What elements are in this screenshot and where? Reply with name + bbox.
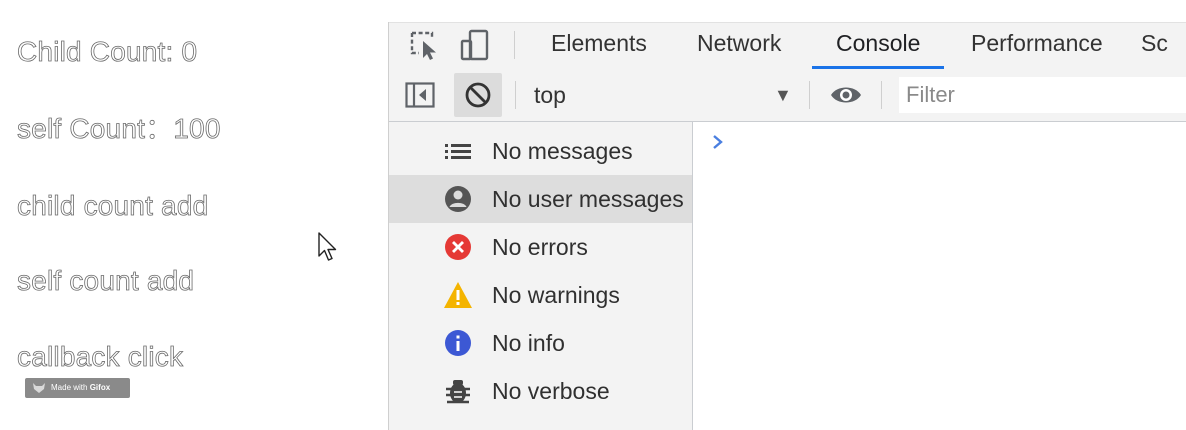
toolbar-divider bbox=[881, 81, 882, 109]
filter-input[interactable] bbox=[899, 77, 1186, 113]
mouse-cursor-icon bbox=[318, 232, 337, 261]
tab-elements[interactable]: Elements bbox=[551, 23, 647, 68]
device-toolbar-icon[interactable] bbox=[457, 27, 493, 63]
tab-performance[interactable]: Performance bbox=[971, 23, 1103, 68]
devtools-tabbar: Elements Network Console Performance Sc bbox=[389, 22, 1186, 70]
self-count-text: self Count：100 bbox=[17, 113, 221, 145]
info-icon bbox=[445, 330, 471, 356]
console-sidebar: No messages No user messages No errors N… bbox=[389, 122, 693, 430]
tab-console[interactable]: Console bbox=[812, 23, 945, 69]
block-icon bbox=[465, 82, 491, 108]
watermark-brand: Gifox bbox=[89, 383, 111, 392]
sidebar-toggle-icon[interactable] bbox=[405, 82, 435, 108]
user-icon bbox=[445, 186, 471, 212]
sidebar-item-label: No verbose bbox=[492, 378, 610, 404]
callback-click-button[interactable]: callback click bbox=[17, 341, 184, 373]
warning-icon bbox=[444, 282, 472, 308]
eye-icon[interactable] bbox=[829, 82, 863, 108]
watermark-prefix: Made with bbox=[51, 383, 88, 392]
sidebar-item-label: No messages bbox=[492, 138, 633, 164]
sidebar-item-user-messages[interactable]: No user messages bbox=[389, 175, 692, 223]
sidebar-item-label: No errors bbox=[492, 234, 588, 260]
sidebar-item-label: No user messages bbox=[492, 186, 684, 212]
sidebar-item-info[interactable]: No info bbox=[389, 319, 692, 367]
tab-sources[interactable]: Sc bbox=[1141, 23, 1168, 68]
demo-page: Child Count: 0 self Count：100 child coun… bbox=[0, 0, 388, 430]
sidebar-item-label: No info bbox=[492, 330, 565, 356]
dropdown-arrow-icon: ▼ bbox=[774, 85, 792, 105]
context-value: top bbox=[534, 82, 566, 108]
sidebar-item-label: No warnings bbox=[492, 282, 620, 308]
clear-console-button[interactable] bbox=[454, 73, 502, 117]
tabbar-divider bbox=[514, 31, 515, 59]
sidebar-item-errors[interactable]: No errors bbox=[389, 223, 692, 271]
sidebar-item-warnings[interactable]: No warnings bbox=[389, 271, 692, 319]
console-toolbar: top ▼ bbox=[389, 69, 1186, 122]
fox-logo-icon bbox=[33, 383, 45, 393]
child-count-text: Child Count: 0 bbox=[17, 36, 198, 68]
chevron-right-icon bbox=[713, 135, 723, 149]
toolbar-divider bbox=[515, 81, 516, 109]
error-icon bbox=[445, 234, 471, 260]
devtools-panel: Elements Network Console Performance Sc … bbox=[388, 22, 1186, 430]
bug-icon bbox=[446, 380, 470, 404]
self-count-add-button[interactable]: self count add bbox=[17, 265, 195, 297]
console-output[interactable] bbox=[693, 122, 1186, 430]
gifox-watermark: Made with Gifox bbox=[25, 378, 130, 398]
toolbar-divider bbox=[809, 81, 810, 109]
child-count-add-button[interactable]: child count add bbox=[17, 190, 209, 222]
list-icon bbox=[445, 144, 471, 159]
tab-network[interactable]: Network bbox=[697, 23, 781, 68]
sidebar-item-verbose[interactable]: No verbose bbox=[389, 367, 692, 415]
context-selector[interactable]: top ▼ bbox=[534, 79, 796, 111]
inspect-element-icon[interactable] bbox=[407, 27, 443, 63]
sidebar-item-messages[interactable]: No messages bbox=[389, 127, 692, 175]
